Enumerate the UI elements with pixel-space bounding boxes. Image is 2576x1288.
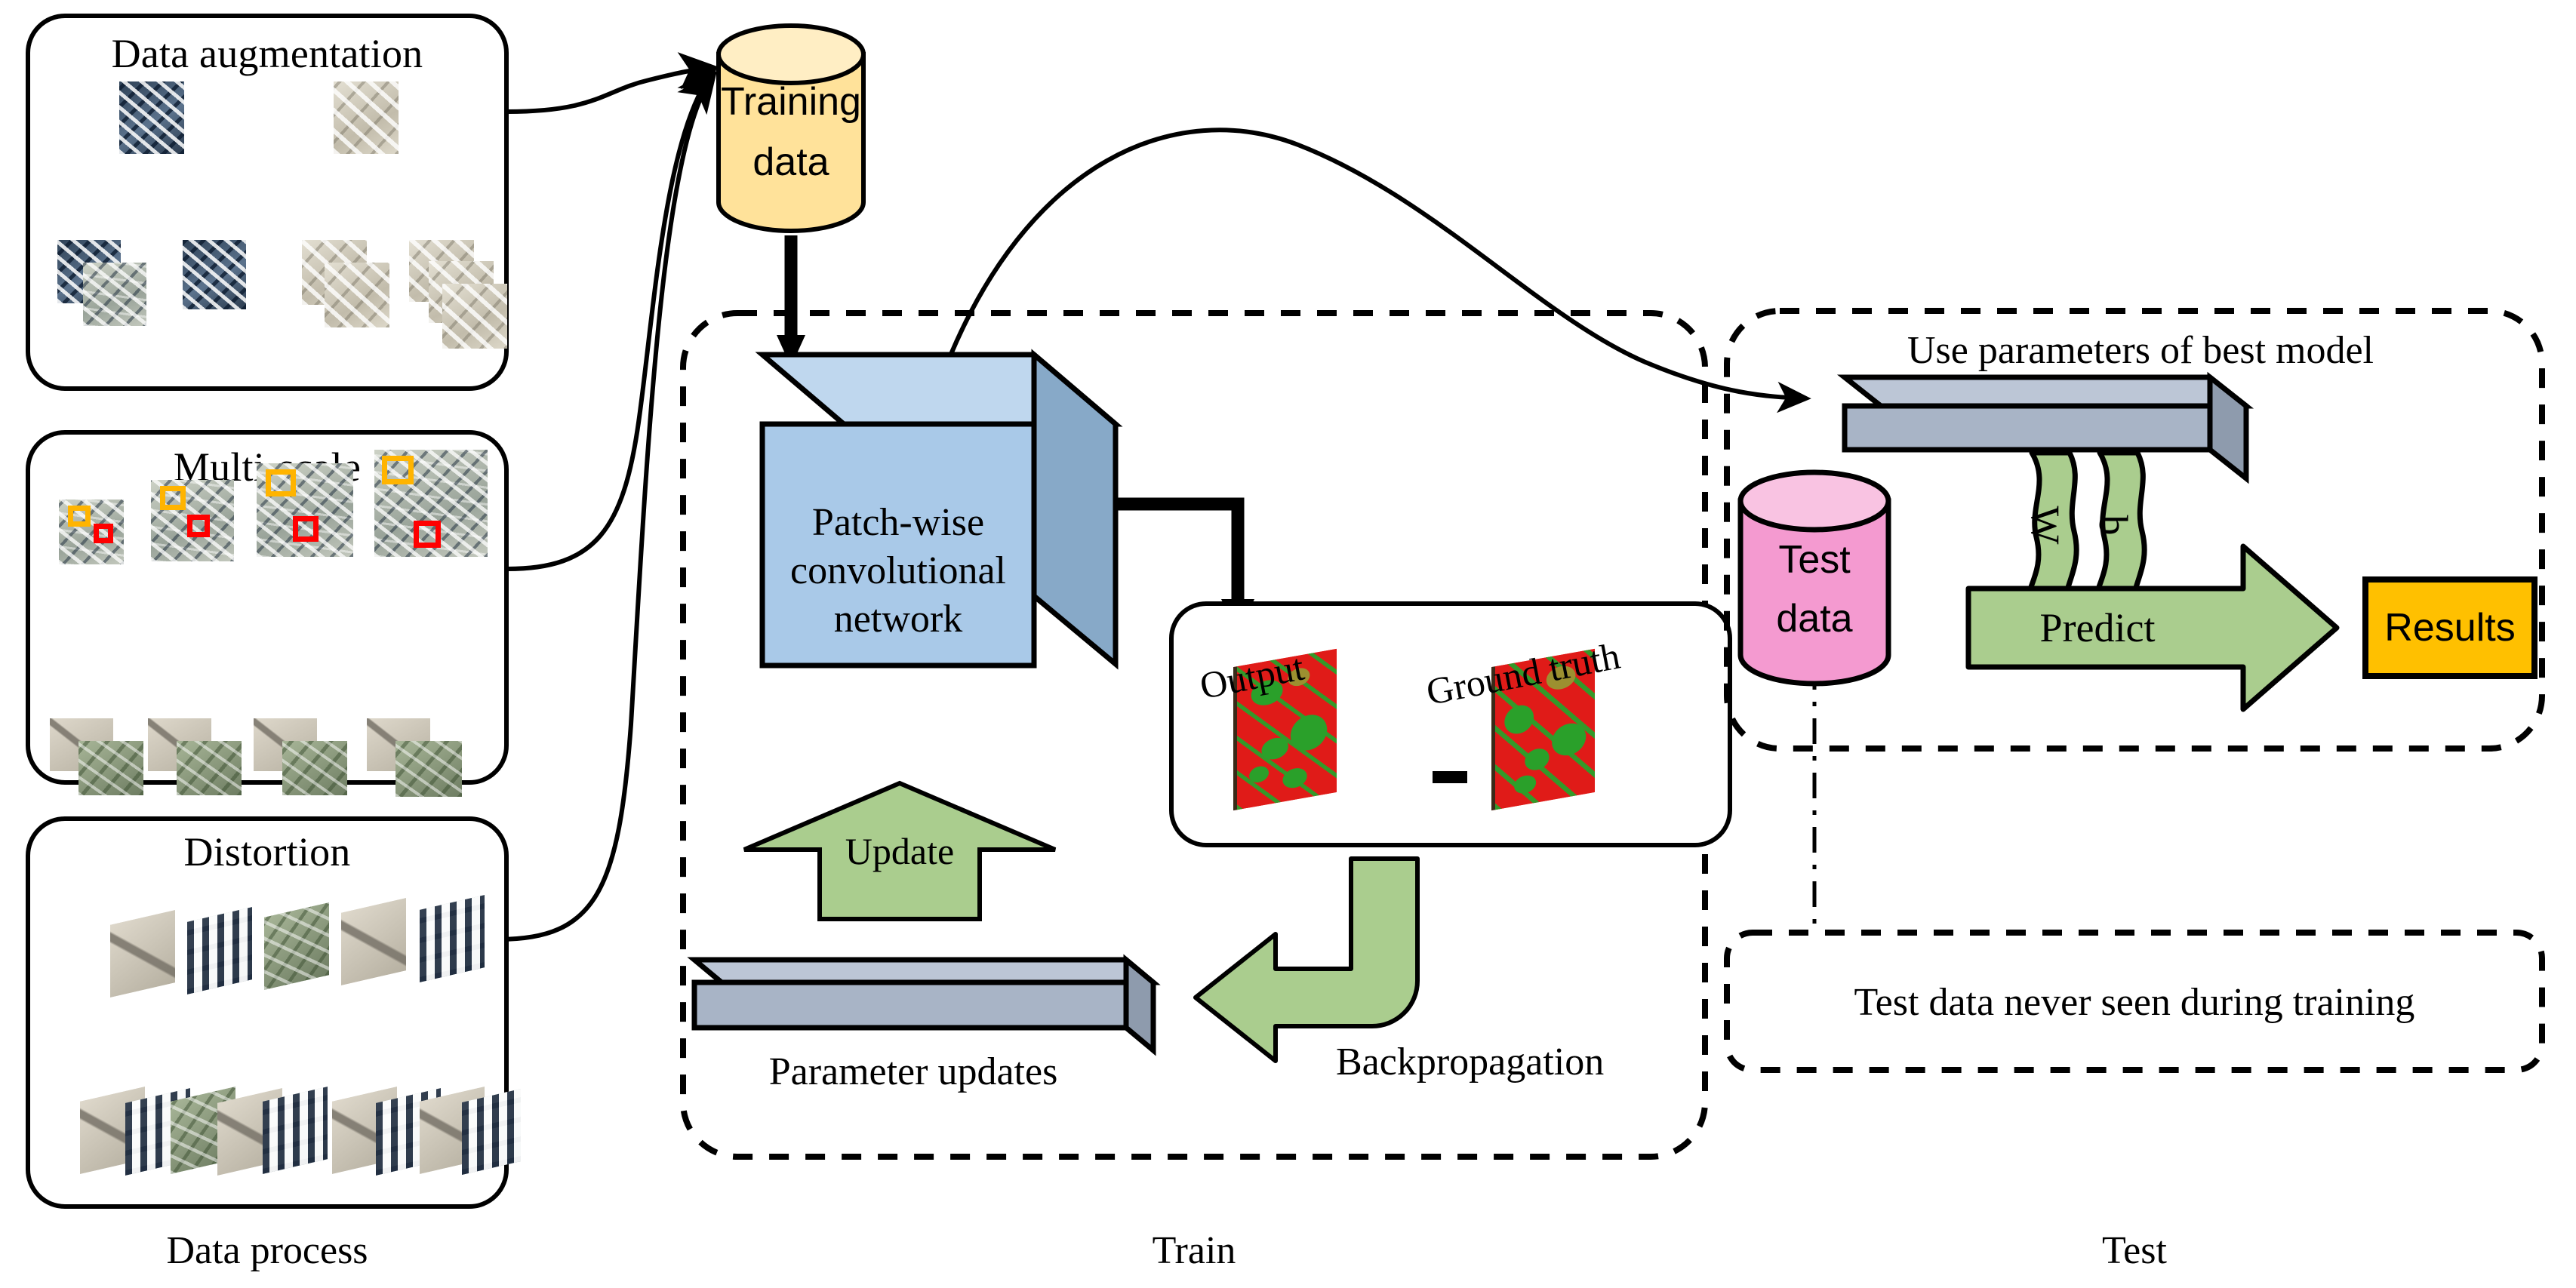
- best-model-label: Use parameters of best model: [1907, 328, 2374, 372]
- data-augmentation-title: Data augmentation: [111, 31, 423, 76]
- distortion-source-tile: [110, 910, 175, 998]
- multiscale-outer-box: [160, 486, 186, 510]
- distortion-result-tile: [462, 1088, 521, 1176]
- parameter-updates-label: Parameter updates: [768, 1050, 1058, 1093]
- distortion-source-tile: [187, 907, 252, 994]
- multiscale-result-tile: [395, 741, 462, 797]
- multiscale-outer-box: [382, 456, 414, 484]
- multiscale-inner-box: [187, 515, 210, 537]
- parameter-updates-bar: [687, 954, 1161, 1056]
- training-data-label-line1: Training: [721, 80, 861, 124]
- bias-banner-label: b: [2091, 515, 2136, 536]
- arc-cnn-to-best-model: [941, 128, 1811, 413]
- section-label-data-process: Data process: [166, 1229, 368, 1272]
- distortion-source-tile: [420, 895, 485, 982]
- augmentation-result-tile: [183, 240, 246, 309]
- test-data-label-line2: data: [1776, 597, 1853, 641]
- note-text: Test data never seen during training: [1854, 980, 2415, 1024]
- augmentation-result-tile: [83, 263, 146, 326]
- results-label: Results: [2384, 606, 2516, 650]
- multiscale-outer-box: [68, 506, 91, 527]
- augmentation-source-tile: [119, 81, 184, 154]
- augmentation-result-tile: [325, 263, 389, 327]
- distortion-title: Distortion: [183, 829, 351, 875]
- test-data-label-line1: Test: [1778, 538, 1851, 582]
- diagram-canvas: Data augmentation Multi-scale Distortion: [0, 0, 2576, 1288]
- augmentation-result-tile: [442, 284, 507, 349]
- multiscale-result-tile: [177, 741, 242, 795]
- backpropagation-arrow[interactable]: [1193, 856, 1420, 1063]
- minus-sign-glyph: [1433, 771, 1467, 783]
- backpropagation-label: Backpropagation: [1336, 1041, 1605, 1084]
- cnn-label-line1: Patch-wise: [811, 500, 985, 544]
- multiscale-inner-box: [94, 524, 113, 543]
- multiscale-result-tile: [282, 741, 347, 795]
- cnn-label-line3: network: [833, 597, 963, 641]
- cnn-label-line2: convolutional: [790, 549, 1006, 592]
- augmentation-source-tile: [334, 81, 399, 154]
- section-label-test: Test: [2102, 1229, 2167, 1272]
- multiscale-inner-box: [293, 516, 319, 542]
- distortion-source-tile: [264, 902, 329, 990]
- multiscale-inner-box: [414, 521, 441, 548]
- training-data-label-line2: data: [752, 140, 829, 185]
- distortion-source-tile: [341, 898, 406, 985]
- multiscale-outer-box: [266, 469, 296, 496]
- update-label: Update: [845, 830, 955, 872]
- distortion-result-tile: [263, 1087, 328, 1174]
- predict-label: Predict: [2039, 605, 2156, 650]
- multiscale-result-tile: [78, 741, 143, 795]
- weight-banner-label: W: [2023, 506, 2068, 545]
- section-label-train: Train: [1152, 1229, 1236, 1272]
